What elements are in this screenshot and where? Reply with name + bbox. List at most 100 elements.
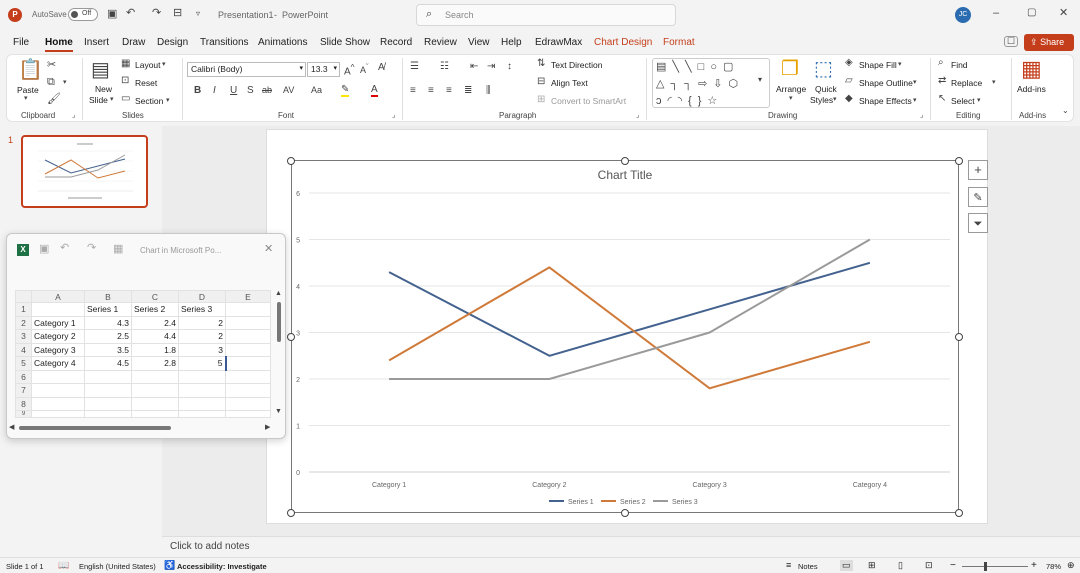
align-center-icon[interactable]: ≡	[428, 86, 434, 96]
bullets-icon[interactable]: ☰	[410, 62, 419, 72]
tab-transitions[interactable]: Transitions	[200, 37, 249, 48]
close-icon[interactable]: ✕	[1059, 8, 1068, 19]
arrow-right-icon[interactable]: ⇨	[698, 78, 713, 90]
character-spacing-icon[interactable]: AV	[283, 86, 294, 95]
zoom-level[interactable]: 78%	[1046, 562, 1061, 571]
edit-in-excel-icon[interactable]: ▦	[113, 244, 123, 255]
cell[interactable]	[225, 383, 271, 398]
zoom-out-icon[interactable]: −	[950, 560, 956, 571]
slide-thumbnail[interactable]	[21, 135, 148, 208]
cell[interactable]: 5	[178, 356, 227, 371]
language-status[interactable]: English (United States)	[79, 562, 156, 571]
find-icon[interactable]: ⌕	[938, 58, 944, 68]
rounded-rect-icon[interactable]: ▢	[723, 61, 739, 73]
spreadsheet-grid[interactable]: A B C D E 1 Series 1 Series 2 Series 3 2 Cat…	[15, 290, 271, 418]
collapse-ribbon-icon[interactable]: ⌄	[1062, 107, 1069, 115]
select-all-corner[interactable]	[15, 290, 32, 303]
columns-icon[interactable]: ⫼	[486, 86, 491, 96]
row-header[interactable]: 6	[15, 369, 32, 384]
save-icon[interactable]: ▣	[39, 244, 49, 255]
chart-title[interactable]: Chart Title	[598, 168, 653, 182]
cell[interactable]: Series 3	[178, 302, 226, 317]
tab-chart-design[interactable]: Chart Design	[594, 37, 652, 48]
save-icon[interactable]: ▣	[107, 9, 117, 20]
layout-icon[interactable]: ▦	[121, 59, 130, 69]
align-text-icon[interactable]: ⊟	[537, 77, 545, 87]
customize-icon[interactable]: ▿	[196, 10, 200, 18]
justify-icon[interactable]: ≣	[464, 86, 472, 96]
legend[interactable]: Series 1 Series 2 Series 3	[549, 499, 698, 506]
new-slide-icon[interactable]: ▤	[91, 60, 110, 80]
oval-shape-icon[interactable]: ○	[710, 61, 723, 73]
cell[interactable]	[31, 383, 85, 398]
cell[interactable]: 2.8	[131, 356, 179, 371]
resize-handle[interactable]	[955, 157, 963, 165]
vertical-scrollbar[interactable]: ▲ ▼	[274, 290, 284, 418]
chart-styles-button[interactable]: ✎	[968, 187, 988, 207]
font-launcher-icon[interactable]: ⌟	[392, 112, 395, 119]
change-case-icon[interactable]: Aa	[311, 86, 322, 95]
cell[interactable]: 3.5	[84, 342, 132, 357]
row-header[interactable]: 4	[15, 342, 32, 357]
tab-draw[interactable]: Draw	[122, 37, 145, 48]
textbox-shape-icon[interactable]: ▤	[656, 61, 672, 73]
cell[interactable]: 3	[178, 342, 226, 357]
font-size-dropdown[interactable]: 13.3 ▾	[307, 62, 340, 77]
quick-styles-button[interactable]: Quick	[815, 84, 837, 94]
close-icon[interactable]: ✕	[264, 244, 273, 255]
increase-font-icon[interactable]: A^	[344, 63, 355, 77]
notes-placeholder[interactable]: Click to add notes	[170, 541, 250, 552]
cell[interactable]	[178, 369, 226, 384]
convert-smartart-button[interactable]: Convert to SmartArt	[551, 96, 626, 106]
arrange-button[interactable]: Arrange	[776, 84, 806, 94]
replace-dropdown-icon[interactable]: ▾	[992, 79, 996, 86]
arrange-icon[interactable]: ❐	[781, 59, 799, 79]
cell[interactable]	[225, 329, 271, 344]
cell[interactable]	[131, 369, 179, 384]
tab-record[interactable]: Record	[380, 37, 412, 48]
format-painter-icon[interactable]: 🖌	[47, 94, 61, 105]
decrease-indent-icon[interactable]: ⇤	[470, 62, 478, 72]
paste-button[interactable]: Paste	[17, 85, 39, 95]
cell[interactable]: Category 2	[31, 329, 85, 344]
autosave-toggle[interactable]: Off	[68, 8, 98, 21]
shape-outline-icon[interactable]: ▱	[845, 76, 853, 86]
gallery-more-icon[interactable]: ▾	[758, 76, 762, 84]
brace-icon[interactable]: }	[698, 95, 708, 107]
quick-styles-icon[interactable]: ⬚	[814, 59, 833, 79]
cell[interactable]	[84, 410, 132, 418]
copy-dropdown-icon[interactable]: ▾	[63, 79, 67, 86]
cell[interactable]	[225, 302, 271, 317]
slide-sorter-icon[interactable]: ⊞	[868, 560, 876, 571]
rectangle-shape-icon[interactable]: □	[698, 61, 711, 73]
tab-design[interactable]: Design	[157, 37, 188, 48]
clear-formatting-icon[interactable]: A̸	[378, 63, 385, 73]
font-color-icon[interactable]: A	[371, 85, 378, 97]
fit-slide-icon[interactable]: ⊕	[1067, 560, 1075, 571]
notes-pane[interactable]: Click to add notes	[162, 536, 1080, 556]
resize-handle[interactable]	[955, 509, 963, 517]
minimize-icon[interactable]: –	[993, 8, 999, 19]
copy-icon[interactable]: ⧉	[47, 77, 55, 88]
scroll-down-icon[interactable]: ▼	[275, 408, 282, 415]
cut-icon[interactable]: ✂	[47, 60, 56, 71]
shape-fill-dropdown-icon[interactable]: ▾	[898, 61, 902, 68]
shape-icon[interactable]: ⬡	[729, 78, 745, 90]
tab-view[interactable]: View	[468, 37, 490, 48]
text-direction-icon[interactable]: ⇅	[537, 59, 545, 69]
spelling-icon[interactable]: 📖	[58, 560, 69, 571]
find-button[interactable]: Find	[951, 60, 968, 70]
select-icon[interactable]: ↖	[938, 94, 946, 104]
cell[interactable]	[225, 342, 271, 357]
align-left-icon[interactable]: ≡	[410, 86, 416, 96]
quick-styles-button-line2[interactable]: Styles	[810, 95, 833, 105]
undo-icon[interactable]: ↶	[60, 243, 69, 254]
cell[interactable]	[31, 396, 85, 411]
cell[interactable]: 2.5	[84, 329, 132, 344]
section-button[interactable]: Section	[135, 96, 163, 106]
column-header[interactable]: C	[131, 290, 179, 303]
resize-handle[interactable]	[287, 509, 295, 517]
paste-dropdown-icon[interactable]: ▾	[24, 95, 28, 102]
cell[interactable]: 4.5	[84, 356, 132, 371]
shapes-gallery[interactable]: ▤╲╲□○▢ △┐┐⇨⇩⬡ ↄ◜◝{}☆	[652, 58, 770, 108]
